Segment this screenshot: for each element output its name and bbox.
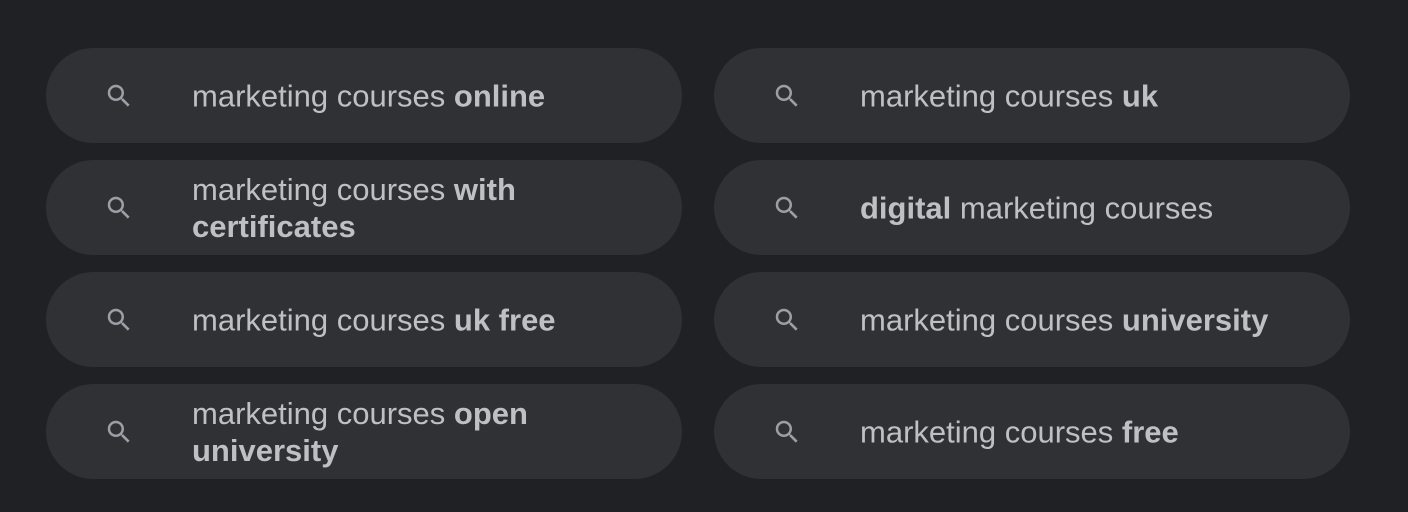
search-icon <box>104 305 134 335</box>
related-searches-grid: marketing courses online marketing cours… <box>46 48 1350 479</box>
suggestion-text-part: marketing courses <box>860 414 1122 449</box>
suggestion-chip[interactable]: marketing courses online <box>46 48 682 143</box>
suggestion-bold-part: free <box>1121 414 1179 449</box>
search-icon <box>772 417 802 447</box>
suggestion-text-part: marketing courses <box>192 78 454 113</box>
suggestion-text-part: marketing courses <box>860 78 1122 113</box>
suggestion-bold-part: uk <box>1121 78 1159 113</box>
suggestion-text-part: marketing courses <box>951 190 1214 225</box>
suggestion-chip[interactable]: marketing courses uk free <box>46 272 682 367</box>
suggestion-label: marketing courses uk <box>860 77 1314 114</box>
suggestion-label: marketing courses open university <box>192 395 646 469</box>
suggestion-label: marketing courses online <box>192 77 646 114</box>
search-icon <box>772 305 802 335</box>
suggestion-label: marketing courses free <box>860 413 1314 450</box>
search-icon <box>104 417 134 447</box>
suggestion-label: marketing courses with certificates <box>192 171 646 245</box>
suggestion-chip[interactable]: marketing courses uk <box>714 48 1350 143</box>
suggestion-label: marketing courses uk free <box>192 301 646 338</box>
suggestion-bold-part: digital <box>860 190 952 225</box>
suggestion-chip[interactable]: marketing courses with certificates <box>46 160 682 255</box>
suggestion-chip[interactable]: marketing courses free <box>714 384 1350 479</box>
suggestion-bold-part: uk free <box>453 302 556 337</box>
suggestion-chip[interactable]: marketing courses open university <box>46 384 682 479</box>
suggestion-bold-part: university <box>1121 302 1269 337</box>
search-icon <box>772 81 802 111</box>
suggestion-label: digital marketing courses <box>860 189 1314 226</box>
suggestion-text-part: marketing courses <box>192 395 454 431</box>
suggestion-chip[interactable]: marketing courses university <box>714 272 1350 367</box>
suggestion-text-part: marketing courses <box>192 302 454 337</box>
suggestion-label: marketing courses university <box>860 301 1314 338</box>
suggestion-text-part: marketing courses <box>192 171 454 207</box>
search-icon <box>104 81 134 111</box>
search-icon <box>772 193 802 223</box>
suggestion-text-part: marketing courses <box>860 302 1122 337</box>
suggestion-bold-part: online <box>453 78 546 113</box>
suggestion-chip[interactable]: digital marketing courses <box>714 160 1350 255</box>
search-icon <box>104 193 134 223</box>
